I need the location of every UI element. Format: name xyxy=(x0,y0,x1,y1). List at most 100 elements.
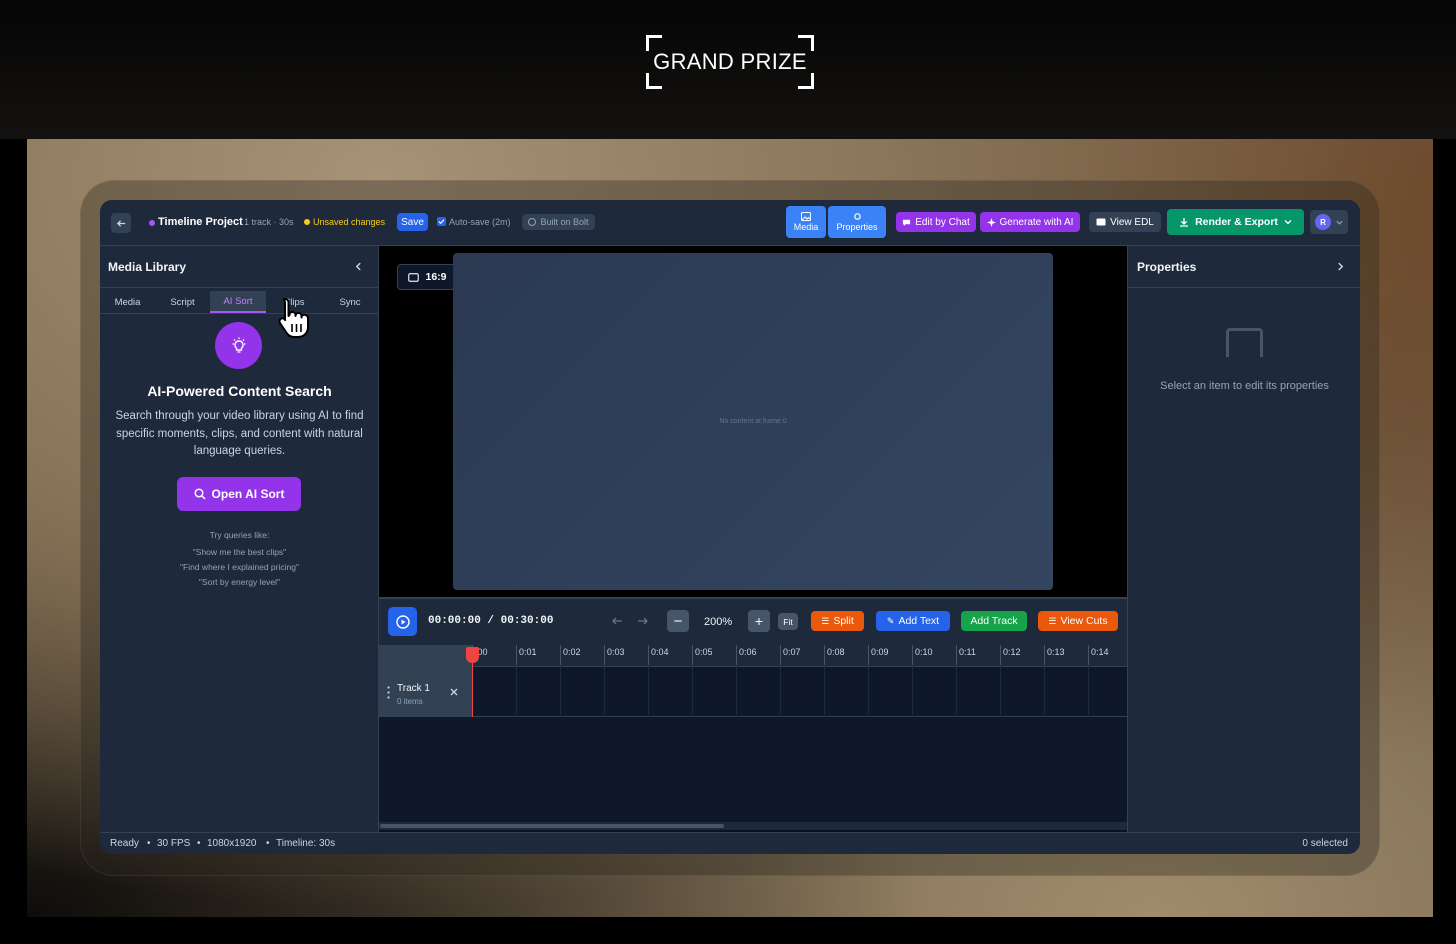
media-toggle-label: Media xyxy=(793,222,819,232)
status-timeline-length: Timeline: 30s xyxy=(276,838,336,849)
scrollbar-thumb[interactable] xyxy=(380,824,725,828)
tabs-divider xyxy=(100,313,379,314)
chevron-down-icon xyxy=(1336,220,1343,225)
ruler-tick: 0:07 xyxy=(780,645,801,665)
ruler-tick: 0:06 xyxy=(736,645,757,665)
add-track-button[interactable]: Add Track xyxy=(961,611,1027,631)
grand-prize-badge: GRAND PRIZE xyxy=(646,35,814,89)
view-cuts-label: View Cuts xyxy=(1060,615,1108,627)
properties-panel: Properties Select an item to edit its pr… xyxy=(1127,246,1360,832)
generate-with-ai-label: Generate with AI xyxy=(999,216,1074,228)
track-header[interactable]: Track 1 0 items xyxy=(379,667,472,717)
save-label: Save xyxy=(401,216,424,228)
playhead-handle[interactable] xyxy=(466,647,479,663)
play-button[interactable] xyxy=(388,607,417,636)
ruler-tick: 0:02 xyxy=(560,645,581,665)
unsaved-indicator: Unsaved changes xyxy=(313,217,386,227)
ruler-tick: 0:11 xyxy=(956,645,976,665)
media-library-panel: Media Library Media Script AI Sort Clips… xyxy=(100,246,379,832)
timeline-ruler[interactable]: :00 0:01 0:02 0:03 0:04 0:05 0:06 0:07 0:08 0:09 0… xyxy=(379,645,1127,667)
timeline-scrollbar[interactable] xyxy=(379,822,1127,830)
generate-with-ai-button[interactable]: Generate with AI xyxy=(980,212,1080,232)
split-button[interactable]: ☰ Split xyxy=(811,611,864,631)
add-text-label: Add Text xyxy=(898,615,940,627)
lane-gridline xyxy=(1088,667,1089,717)
bolt-icon xyxy=(528,218,537,226)
timecode: 00:00:00 / 00:30:00 xyxy=(428,615,554,627)
render-export-label: Render & Export xyxy=(1195,216,1278,228)
track-lane[interactable] xyxy=(472,667,1127,717)
tab-sync[interactable]: Sync xyxy=(322,291,378,313)
add-track-label: Add Track xyxy=(970,615,1018,627)
status-separator: • xyxy=(147,838,151,849)
built-on-bolt-badge[interactable]: Built on Bolt xyxy=(522,214,595,230)
undo-icon[interactable] xyxy=(611,616,623,626)
edit-by-chat-button[interactable]: Edit by Chat xyxy=(896,212,976,232)
lane-gridline xyxy=(516,667,517,717)
ruler-ticks: :00 0:01 0:02 0:03 0:04 0:05 0:06 0:07 0:08 0:09 0… xyxy=(472,645,1127,666)
lane-gridline xyxy=(956,667,957,717)
video-canvas[interactable]: No content at frame 0 xyxy=(453,253,1053,590)
fit-button[interactable]: Fit xyxy=(778,613,798,630)
track-items-count: 0 items xyxy=(397,697,423,706)
drag-handle-icon[interactable] xyxy=(387,685,390,699)
zoom-in-button[interactable]: + xyxy=(748,610,770,632)
ruler-tick: 0:03 xyxy=(604,645,625,665)
lane-gridline xyxy=(736,667,737,717)
ruler-tick: 0:01 xyxy=(516,645,537,665)
panel-divider xyxy=(100,287,379,288)
autosave-checkbox[interactable] xyxy=(437,217,446,226)
redo-icon[interactable] xyxy=(637,616,649,626)
user-menu-button[interactable]: R xyxy=(1310,210,1348,234)
view-cuts-button[interactable]: ☰ View Cuts xyxy=(1038,611,1118,631)
pencil-icon: ✎ xyxy=(886,615,895,626)
download-icon xyxy=(1180,218,1189,227)
status-separator: • xyxy=(197,838,201,849)
add-text-button[interactable]: ✎ Add Text xyxy=(876,611,950,631)
lane-gridline xyxy=(912,667,913,717)
tab-script[interactable]: Script xyxy=(155,291,210,313)
view-edl-label: View EDL xyxy=(1110,216,1154,228)
zoom-level: 200% xyxy=(704,616,733,628)
editor-window: Timeline Project 1 track · 30s Unsaved c… xyxy=(100,200,1360,854)
fit-label: Fit xyxy=(783,616,793,627)
properties-toggle-button[interactable]: Properties xyxy=(828,206,886,238)
search-icon xyxy=(193,488,206,500)
media-toggle-button[interactable]: Media xyxy=(786,206,826,238)
project-title: Timeline Project xyxy=(158,216,243,228)
aspect-ratio-label: 16:9 xyxy=(425,271,447,283)
split-label: Split xyxy=(833,615,854,627)
example-query: "Sort by energy level" xyxy=(198,577,281,587)
chat-icon xyxy=(903,219,911,226)
panel-title: Media Library xyxy=(108,260,187,274)
zoom-out-button[interactable]: − xyxy=(667,610,689,632)
status-fps: 30 FPS xyxy=(157,838,191,849)
save-button[interactable]: Save xyxy=(397,213,428,231)
empty-selection-icon xyxy=(1226,328,1263,357)
avatar: R xyxy=(1315,214,1331,230)
close-icon[interactable] xyxy=(450,688,458,696)
ruler-tick: 0:04 xyxy=(648,645,669,665)
tab-media-label: Media xyxy=(114,296,141,308)
ai-sort-description: Search through your video library using … xyxy=(115,410,364,457)
render-export-button[interactable]: Render & Export xyxy=(1167,209,1304,235)
list-icon: ☰ xyxy=(1048,615,1057,626)
view-edl-button[interactable]: View EDL xyxy=(1089,212,1161,232)
tab-media[interactable]: Media xyxy=(100,291,155,313)
status-separator: • xyxy=(266,838,270,849)
open-ai-sort-button[interactable]: Open AI Sort xyxy=(177,477,301,511)
collapse-right-icon[interactable] xyxy=(1336,262,1345,271)
unsaved-dot xyxy=(304,219,310,225)
tab-sync-label: Sync xyxy=(339,296,361,308)
document-icon xyxy=(1096,218,1106,226)
ruler-tick: 0:10 xyxy=(912,645,933,665)
track-name: Track 1 xyxy=(397,683,430,694)
hand-pointer-cursor xyxy=(278,298,309,338)
lane-gridline xyxy=(824,667,825,717)
back-button[interactable] xyxy=(111,213,131,233)
ruler-tick: 0:09 xyxy=(868,645,889,665)
built-on-label: Built on Bolt xyxy=(540,217,589,227)
tab-ai-sort[interactable]: AI Sort xyxy=(210,291,266,313)
check-icon xyxy=(438,219,445,225)
collapse-left-icon[interactable] xyxy=(354,262,363,271)
